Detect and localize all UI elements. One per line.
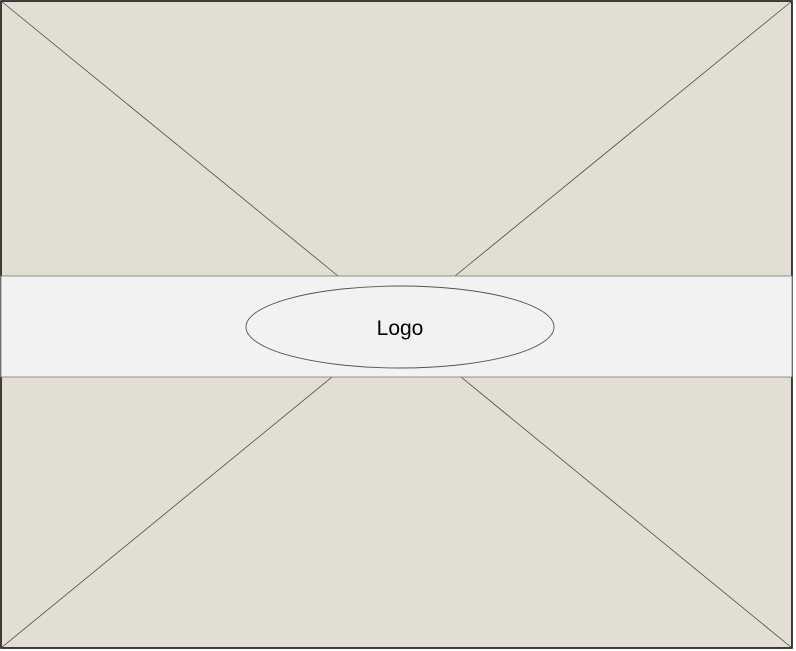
wireframe-canvas: Logo xyxy=(0,0,796,651)
logo-label: Logo xyxy=(377,317,424,340)
image-placeholder-svg: Logo xyxy=(0,0,793,649)
